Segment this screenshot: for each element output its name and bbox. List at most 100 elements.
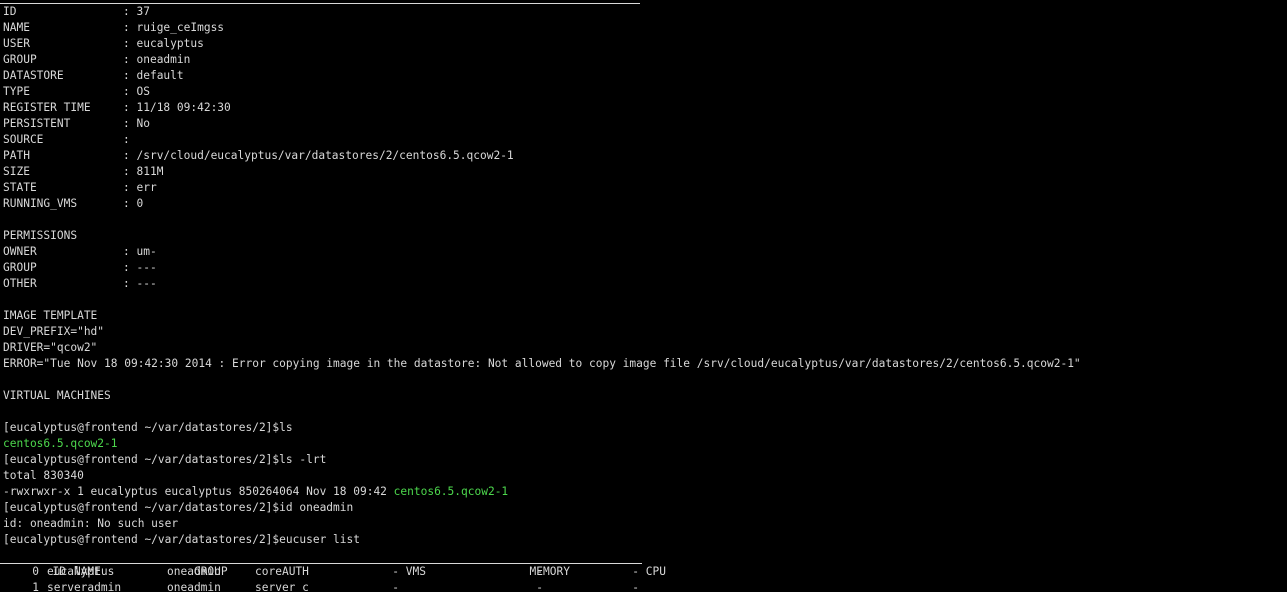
cell-name: serveradmin bbox=[47, 581, 122, 592]
field-value: default bbox=[136, 69, 184, 82]
field-value: 11/18 09:42:30 bbox=[136, 101, 231, 114]
field-value: --- bbox=[136, 277, 157, 290]
image-info-row: RUNNING_VMS: 0 bbox=[3, 196, 1287, 212]
image-info-row: ID: 37 bbox=[3, 4, 1287, 20]
field-separator: : bbox=[123, 197, 137, 210]
field-key: OTHER bbox=[3, 277, 37, 290]
id-command-output: id: oneadmin: No such user bbox=[3, 517, 179, 530]
field-value: 811M bbox=[136, 165, 164, 178]
field-key: STATE bbox=[3, 181, 37, 194]
command-text: eucuser list bbox=[279, 533, 360, 546]
field-separator: : bbox=[123, 165, 137, 178]
command-text: ls -lrt bbox=[279, 453, 327, 466]
field-key: TYPE bbox=[3, 85, 30, 98]
virtual-machines-title: VIRTUAL MACHINES bbox=[3, 389, 111, 402]
shell-prompt: [eucalyptus@frontend ~/var/datastores/2]… bbox=[3, 453, 280, 466]
field-value: 37 bbox=[136, 5, 150, 18]
top-divider bbox=[0, 3, 640, 4]
image-template-title: IMAGE TEMPLATE bbox=[3, 309, 98, 322]
permissions-title: PERMISSIONS bbox=[3, 229, 78, 242]
field-value: err bbox=[136, 181, 157, 194]
column-header-group: GROUP bbox=[193, 565, 228, 578]
command-line: [eucalyptus@frontend ~/var/datastores/2]… bbox=[3, 532, 1287, 548]
image-info-row: REGISTER TIME: 11/18 09:42:30 bbox=[3, 100, 1287, 116]
field-separator: : bbox=[123, 5, 137, 18]
column-header-vms: VMS bbox=[405, 565, 426, 578]
field-value: oneadmin bbox=[136, 53, 191, 66]
image-info-row: DATASTORE: default bbox=[3, 68, 1287, 84]
field-key: SIZE bbox=[3, 165, 30, 178]
field-value: um- bbox=[136, 245, 157, 258]
command-line: [eucalyptus@frontend ~/var/datastores/2]… bbox=[3, 420, 1287, 436]
field-separator: : bbox=[123, 101, 137, 114]
image-info-row: TYPE: OS bbox=[3, 84, 1287, 100]
template-line-error: ERROR="Tue Nov 18 09:42:30 2014 : Error … bbox=[3, 357, 1081, 370]
column-header-auth: AUTH bbox=[281, 565, 309, 578]
cell-auth: server_c bbox=[255, 581, 309, 592]
field-key: SOURCE bbox=[3, 133, 44, 146]
cell-memory: - bbox=[536, 581, 543, 592]
command-text: id oneadmin bbox=[279, 501, 354, 514]
command-text: ls bbox=[279, 421, 293, 434]
image-info-row: PATH: /srv/cloud/eucalyptus/var/datastor… bbox=[3, 148, 1287, 164]
field-separator: : bbox=[123, 69, 137, 82]
field-key: NAME bbox=[3, 21, 30, 34]
table-header-divider bbox=[0, 563, 642, 564]
command-line: [eucalyptus@frontend ~/var/datastores/2]… bbox=[3, 500, 1287, 516]
field-separator: : bbox=[123, 277, 137, 290]
image-info-row: STATE: err bbox=[3, 180, 1287, 196]
field-separator: : bbox=[123, 37, 137, 50]
file-listing-name: centos6.5.qcow2-1 bbox=[393, 485, 509, 498]
field-separator: : bbox=[123, 53, 137, 66]
field-separator: : bbox=[123, 181, 137, 194]
template-line-driver: DRIVER="qcow2" bbox=[3, 341, 98, 354]
cell-cpu: - bbox=[632, 581, 639, 592]
field-key: PERSISTENT bbox=[3, 117, 71, 130]
column-header-name: NAME bbox=[73, 565, 101, 578]
column-header-cpu: CPU bbox=[645, 565, 666, 578]
column-header-id: ID bbox=[52, 565, 66, 578]
image-info-row: PERSISTENT: No bbox=[3, 116, 1287, 132]
field-separator: : bbox=[123, 21, 137, 34]
field-value: eucalyptus bbox=[136, 37, 204, 50]
image-info-row: NAME: ruige_ceImgss bbox=[3, 20, 1287, 36]
field-separator: : bbox=[123, 261, 137, 274]
field-separator: : bbox=[123, 149, 137, 162]
field-key: GROUP bbox=[3, 53, 37, 66]
field-key: PATH bbox=[3, 149, 30, 162]
field-key: REGISTER TIME bbox=[3, 101, 91, 114]
template-line-dev-prefix: DEV_PREFIX="hd" bbox=[3, 325, 105, 338]
field-value: --- bbox=[136, 261, 157, 274]
field-value: ruige_ceImgss bbox=[136, 21, 225, 34]
field-separator: : bbox=[123, 245, 137, 258]
field-key: OWNER bbox=[3, 245, 37, 258]
field-value: /srv/cloud/eucalyptus/var/datastores/2/c… bbox=[136, 149, 514, 162]
image-info-row: SIZE: 811M bbox=[3, 164, 1287, 180]
image-info-row: USER: eucalyptus bbox=[3, 36, 1287, 52]
field-key: ID bbox=[3, 5, 17, 18]
field-separator: : bbox=[123, 85, 137, 98]
ls-total-output: total 830340 bbox=[3, 469, 84, 482]
image-info-block: ID: 37 NAME: ruige_ceImgss USER: eucalyptu… bbox=[3, 4, 1287, 212]
field-key: RUNNING_VMS bbox=[3, 197, 78, 210]
terminal-window[interactable]: ID: 37 NAME: ruige_ceImgss USER: eucalyptu… bbox=[0, 0, 1287, 592]
image-info-row: GROUP: oneadmin bbox=[3, 52, 1287, 68]
permissions-block: OWNER: um- GROUP: --- OTHER: --- bbox=[3, 244, 1287, 292]
command-line: [eucalyptus@frontend ~/var/datastores/2]… bbox=[3, 452, 1287, 468]
ls-lrt-output: -rwxrwxr-x 1 eucalyptus eucalyptus 85026… bbox=[3, 484, 1287, 500]
field-separator: : bbox=[123, 117, 137, 130]
field-value: OS bbox=[136, 85, 150, 98]
table-row: 1 serveradmin oneadmin server_c - - - bbox=[3, 580, 1287, 592]
permission-row: OWNER: um- bbox=[3, 244, 1287, 260]
file-listing-attrs: -rwxrwxr-x 1 eucalyptus eucalyptus 85026… bbox=[3, 485, 394, 498]
field-key: USER bbox=[3, 37, 30, 50]
field-separator: : bbox=[123, 133, 137, 146]
field-value: No bbox=[136, 117, 150, 130]
cell-vms: - bbox=[392, 581, 399, 592]
field-value: 0 bbox=[136, 197, 144, 210]
image-info-row: SOURCE: bbox=[3, 132, 1287, 148]
